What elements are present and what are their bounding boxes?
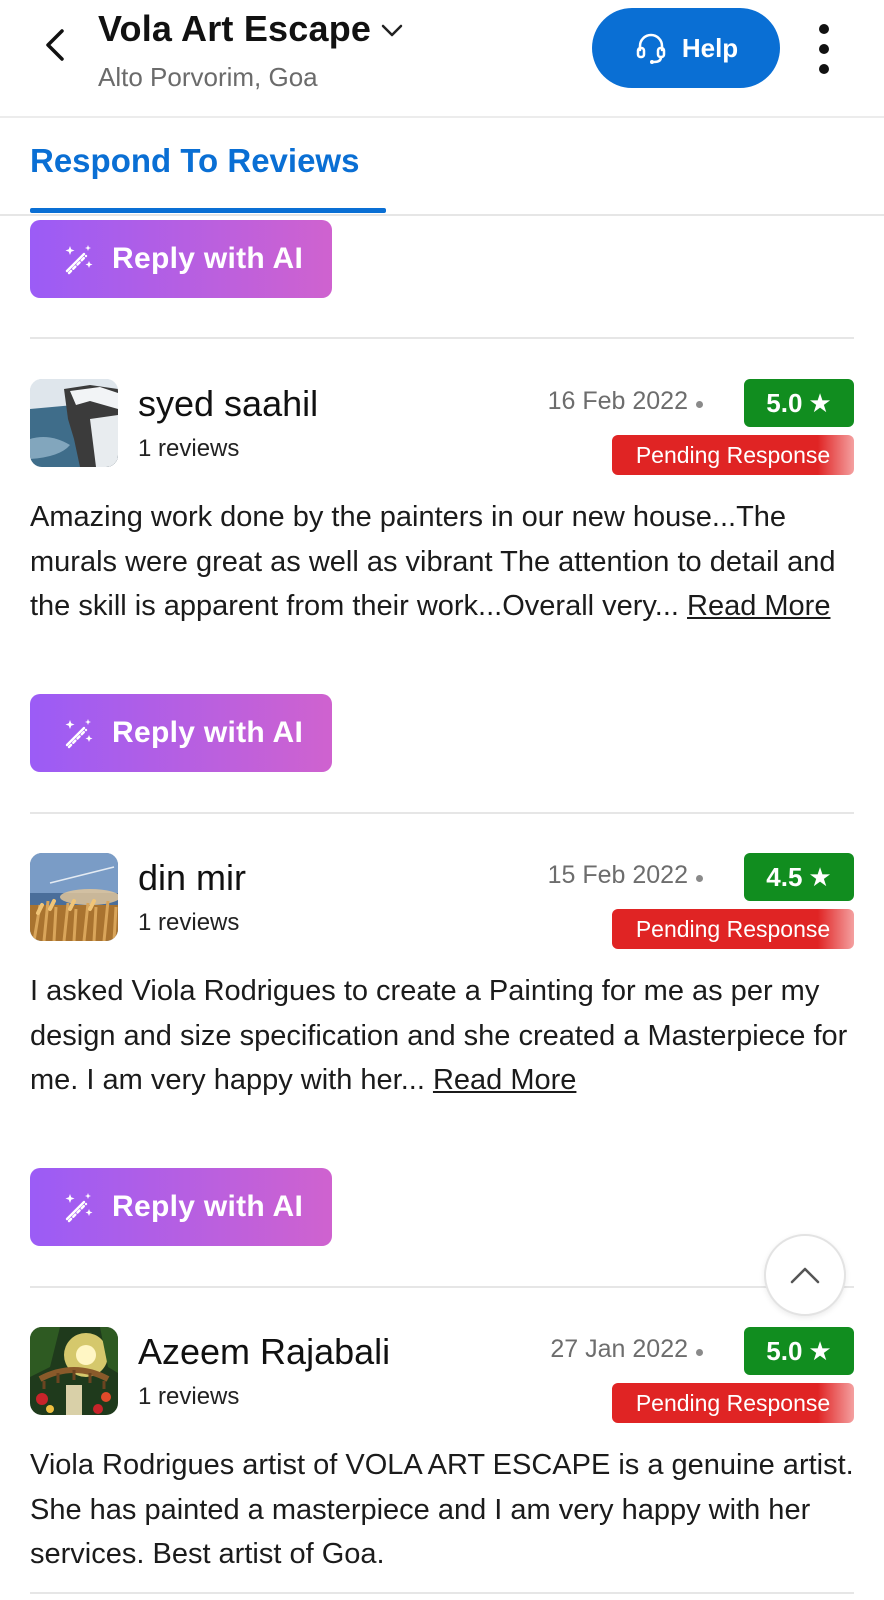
review-divider: [30, 337, 854, 339]
read-more-link[interactable]: Read More: [687, 590, 830, 622]
reviewer-name: syed saahil: [138, 383, 319, 424]
avatar: [30, 1327, 118, 1415]
business-title-block: Vola Art Escape Alto Porvorim, Goa: [98, 8, 403, 93]
reply-with-ai-button[interactable]: Reply with AI: [30, 220, 332, 298]
read-more-link[interactable]: Read More: [433, 1064, 576, 1096]
reply-with-ai-label: Reply with AI: [112, 716, 304, 749]
app-header: Vola Art Escape Alto Porvorim, Goa Help: [0, 0, 884, 118]
scroll-to-top-button[interactable]: [764, 1234, 846, 1316]
review-divider: [30, 1592, 854, 1594]
tab-respond-to-reviews[interactable]: Respond To Reviews: [30, 142, 359, 180]
chevron-down-icon: [381, 24, 403, 37]
reply-with-ai-button[interactable]: Reply with AI: [30, 694, 332, 772]
reviewer-review-count: 1 reviews: [138, 909, 240, 936]
active-tab-indicator: [30, 208, 386, 213]
star-icon: ★: [808, 387, 832, 418]
avatar: [30, 853, 118, 941]
separator-dot: [696, 1349, 703, 1356]
rating-badge: 5.0 ★: [744, 1327, 854, 1375]
reviewer-name: din mir: [138, 857, 247, 898]
star-icon: ★: [808, 861, 832, 892]
more-vertical-icon[interactable]: [808, 24, 840, 74]
review-text: Amazing work done by the painters in our…: [30, 495, 856, 629]
status-badge: Pending Response: [612, 435, 854, 475]
star-icon: ★: [808, 1335, 832, 1366]
magic-wand-icon: [65, 719, 93, 749]
magic-wand-icon: [65, 245, 93, 275]
review-date: 15 Feb 2022: [547, 861, 688, 889]
reviewer-review-count: 1 reviews: [138, 435, 240, 462]
review-divider: [30, 1286, 854, 1288]
business-switcher[interactable]: Vola Art Escape: [98, 8, 403, 50]
business-title: Vola Art Escape: [98, 8, 372, 49]
menu-dot: [819, 44, 829, 54]
chevron-up-icon: [790, 1267, 820, 1284]
review-divider: [30, 812, 854, 814]
reviewer-name: Azeem Rajabali: [138, 1331, 391, 1372]
status-badge: Pending Response: [612, 1383, 854, 1423]
help-label: Help: [681, 32, 739, 63]
status-badge: Pending Response: [612, 909, 854, 949]
arrow-left-icon: [46, 29, 64, 61]
menu-dot: [819, 24, 829, 34]
review-date: 27 Jan 2022: [550, 1335, 688, 1363]
rating-value: 5.0: [766, 387, 803, 418]
avatar: [30, 379, 118, 467]
rating-badge: 4.5 ★: [744, 853, 854, 901]
separator-dot: [696, 875, 703, 882]
reply-with-ai-label: Reply with AI: [112, 1190, 304, 1223]
rating-value: 5.0: [766, 1335, 803, 1366]
magic-wand-icon: [65, 1193, 93, 1223]
reply-with-ai-button[interactable]: Reply with AI: [30, 1168, 332, 1246]
review-body: Viola Rodrigues artist of VOLA ART ESCAP…: [30, 1449, 854, 1570]
separator-dot: [696, 401, 703, 408]
rating-value: 4.5: [766, 861, 803, 892]
review-text: I asked Viola Rodrigues to create a Pain…: [30, 969, 856, 1103]
reviewer-review-count: 1 reviews: [138, 1383, 240, 1410]
review-date: 16 Feb 2022: [547, 387, 688, 415]
business-location: Alto Porvorim, Goa: [98, 62, 318, 92]
tab-bar: Respond To Reviews: [0, 118, 884, 216]
menu-dot: [819, 64, 829, 74]
back-button[interactable]: [36, 26, 74, 64]
reply-with-ai-label: Reply with AI: [112, 242, 304, 275]
rating-badge: 5.0 ★: [744, 379, 854, 427]
review-text: Viola Rodrigues artist of VOLA ART ESCAP…: [30, 1443, 856, 1577]
help-button[interactable]: Help: [592, 8, 780, 88]
headset-icon: [636, 33, 666, 64]
